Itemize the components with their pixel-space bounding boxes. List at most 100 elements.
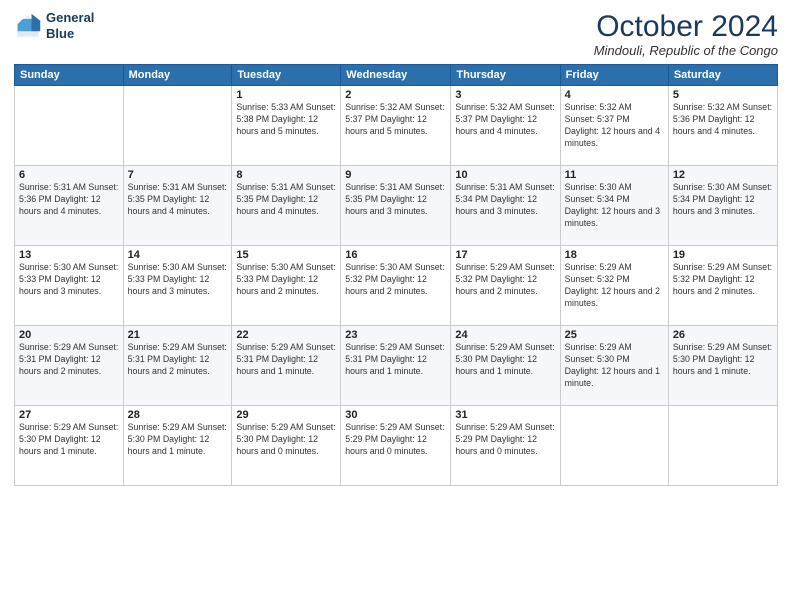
day-info: Sunrise: 5:29 AM Sunset: 5:32 PM Dayligh… — [673, 262, 773, 298]
day-info: Sunrise: 5:31 AM Sunset: 5:35 PM Dayligh… — [236, 182, 336, 218]
header-tuesday: Tuesday — [232, 65, 341, 86]
calendar-week-2: 6Sunrise: 5:31 AM Sunset: 5:36 PM Daylig… — [15, 166, 778, 246]
day-number: 5 — [673, 89, 773, 101]
day-info: Sunrise: 5:30 AM Sunset: 5:34 PM Dayligh… — [565, 182, 664, 230]
table-row: 8Sunrise: 5:31 AM Sunset: 5:35 PM Daylig… — [232, 166, 341, 246]
day-number: 30 — [345, 409, 446, 421]
day-number: 9 — [345, 169, 446, 181]
day-info: Sunrise: 5:29 AM Sunset: 5:30 PM Dayligh… — [128, 422, 228, 458]
table-row: 24Sunrise: 5:29 AM Sunset: 5:30 PM Dayli… — [451, 326, 560, 406]
day-number: 13 — [19, 249, 119, 261]
table-row: 31Sunrise: 5:29 AM Sunset: 5:29 PM Dayli… — [451, 406, 560, 486]
table-row: 14Sunrise: 5:30 AM Sunset: 5:33 PM Dayli… — [123, 246, 232, 326]
day-info: Sunrise: 5:32 AM Sunset: 5:37 PM Dayligh… — [565, 102, 664, 150]
day-info: Sunrise: 5:29 AM Sunset: 5:31 PM Dayligh… — [19, 342, 119, 378]
table-row — [668, 406, 777, 486]
day-number: 29 — [236, 409, 336, 421]
month-title: October 2024 — [594, 10, 778, 43]
table-row: 30Sunrise: 5:29 AM Sunset: 5:29 PM Dayli… — [341, 406, 451, 486]
calendar-week-3: 13Sunrise: 5:30 AM Sunset: 5:33 PM Dayli… — [15, 246, 778, 326]
day-info: Sunrise: 5:32 AM Sunset: 5:36 PM Dayligh… — [673, 102, 773, 138]
day-info: Sunrise: 5:30 AM Sunset: 5:32 PM Dayligh… — [345, 262, 446, 298]
day-number: 24 — [455, 329, 555, 341]
table-row: 12Sunrise: 5:30 AM Sunset: 5:34 PM Dayli… — [668, 166, 777, 246]
table-row: 4Sunrise: 5:32 AM Sunset: 5:37 PM Daylig… — [560, 86, 668, 166]
table-row: 21Sunrise: 5:29 AM Sunset: 5:31 PM Dayli… — [123, 326, 232, 406]
day-info: Sunrise: 5:29 AM Sunset: 5:29 PM Dayligh… — [455, 422, 555, 458]
table-row: 15Sunrise: 5:30 AM Sunset: 5:33 PM Dayli… — [232, 246, 341, 326]
day-info: Sunrise: 5:29 AM Sunset: 5:30 PM Dayligh… — [236, 422, 336, 458]
day-info: Sunrise: 5:32 AM Sunset: 5:37 PM Dayligh… — [455, 102, 555, 138]
day-info: Sunrise: 5:31 AM Sunset: 5:35 PM Dayligh… — [345, 182, 446, 218]
day-info: Sunrise: 5:29 AM Sunset: 5:30 PM Dayligh… — [673, 342, 773, 378]
table-row: 10Sunrise: 5:31 AM Sunset: 5:34 PM Dayli… — [451, 166, 560, 246]
day-number: 18 — [565, 249, 664, 261]
day-info: Sunrise: 5:29 AM Sunset: 5:30 PM Dayligh… — [565, 342, 664, 390]
logo-icon — [14, 12, 42, 40]
table-row: 11Sunrise: 5:30 AM Sunset: 5:34 PM Dayli… — [560, 166, 668, 246]
table-row: 20Sunrise: 5:29 AM Sunset: 5:31 PM Dayli… — [15, 326, 124, 406]
day-number: 16 — [345, 249, 446, 261]
day-number: 4 — [565, 89, 664, 101]
table-row: 17Sunrise: 5:29 AM Sunset: 5:32 PM Dayli… — [451, 246, 560, 326]
table-row: 6Sunrise: 5:31 AM Sunset: 5:36 PM Daylig… — [15, 166, 124, 246]
table-row: 3Sunrise: 5:32 AM Sunset: 5:37 PM Daylig… — [451, 86, 560, 166]
day-info: Sunrise: 5:29 AM Sunset: 5:30 PM Dayligh… — [455, 342, 555, 378]
day-info: Sunrise: 5:30 AM Sunset: 5:33 PM Dayligh… — [128, 262, 228, 298]
calendar-week-5: 27Sunrise: 5:29 AM Sunset: 5:30 PM Dayli… — [15, 406, 778, 486]
day-number: 23 — [345, 329, 446, 341]
day-info: Sunrise: 5:29 AM Sunset: 5:32 PM Dayligh… — [565, 262, 664, 310]
day-info: Sunrise: 5:33 AM Sunset: 5:38 PM Dayligh… — [236, 102, 336, 138]
day-number: 21 — [128, 329, 228, 341]
table-row: 2Sunrise: 5:32 AM Sunset: 5:37 PM Daylig… — [341, 86, 451, 166]
table-row: 13Sunrise: 5:30 AM Sunset: 5:33 PM Dayli… — [15, 246, 124, 326]
day-info: Sunrise: 5:31 AM Sunset: 5:36 PM Dayligh… — [19, 182, 119, 218]
table-row: 1Sunrise: 5:33 AM Sunset: 5:38 PM Daylig… — [232, 86, 341, 166]
day-number: 6 — [19, 169, 119, 181]
table-row: 5Sunrise: 5:32 AM Sunset: 5:36 PM Daylig… — [668, 86, 777, 166]
day-info: Sunrise: 5:29 AM Sunset: 5:31 PM Dayligh… — [128, 342, 228, 378]
calendar-header-row: Sunday Monday Tuesday Wednesday Thursday… — [15, 65, 778, 86]
calendar-page: General Blue October 2024 Mindouli, Repu… — [0, 0, 792, 612]
table-row: 28Sunrise: 5:29 AM Sunset: 5:30 PM Dayli… — [123, 406, 232, 486]
logo-text: General Blue — [46, 10, 94, 41]
day-info: Sunrise: 5:30 AM Sunset: 5:33 PM Dayligh… — [19, 262, 119, 298]
table-row: 19Sunrise: 5:29 AM Sunset: 5:32 PM Dayli… — [668, 246, 777, 326]
table-row: 25Sunrise: 5:29 AM Sunset: 5:30 PM Dayli… — [560, 326, 668, 406]
header-saturday: Saturday — [668, 65, 777, 86]
day-number: 28 — [128, 409, 228, 421]
day-number: 11 — [565, 169, 664, 181]
day-number: 15 — [236, 249, 336, 261]
header-friday: Friday — [560, 65, 668, 86]
day-number: 27 — [19, 409, 119, 421]
table-row: 18Sunrise: 5:29 AM Sunset: 5:32 PM Dayli… — [560, 246, 668, 326]
day-number: 1 — [236, 89, 336, 101]
day-number: 19 — [673, 249, 773, 261]
day-number: 10 — [455, 169, 555, 181]
day-number: 26 — [673, 329, 773, 341]
day-number: 7 — [128, 169, 228, 181]
calendar-table: Sunday Monday Tuesday Wednesday Thursday… — [14, 64, 778, 486]
day-info: Sunrise: 5:29 AM Sunset: 5:32 PM Dayligh… — [455, 262, 555, 298]
day-info: Sunrise: 5:29 AM Sunset: 5:30 PM Dayligh… — [19, 422, 119, 458]
table-row: 23Sunrise: 5:29 AM Sunset: 5:31 PM Dayli… — [341, 326, 451, 406]
header-thursday: Thursday — [451, 65, 560, 86]
table-row — [123, 86, 232, 166]
day-info: Sunrise: 5:31 AM Sunset: 5:34 PM Dayligh… — [455, 182, 555, 218]
location-title: Mindouli, Republic of the Congo — [594, 43, 778, 58]
day-number: 17 — [455, 249, 555, 261]
day-number: 8 — [236, 169, 336, 181]
day-number: 20 — [19, 329, 119, 341]
day-number: 25 — [565, 329, 664, 341]
calendar-week-4: 20Sunrise: 5:29 AM Sunset: 5:31 PM Dayli… — [15, 326, 778, 406]
day-number: 14 — [128, 249, 228, 261]
calendar-week-1: 1Sunrise: 5:33 AM Sunset: 5:38 PM Daylig… — [15, 86, 778, 166]
table-row — [15, 86, 124, 166]
header-wednesday: Wednesday — [341, 65, 451, 86]
day-info: Sunrise: 5:30 AM Sunset: 5:34 PM Dayligh… — [673, 182, 773, 218]
day-number: 31 — [455, 409, 555, 421]
day-info: Sunrise: 5:29 AM Sunset: 5:31 PM Dayligh… — [236, 342, 336, 378]
day-number: 12 — [673, 169, 773, 181]
table-row — [560, 406, 668, 486]
table-row: 7Sunrise: 5:31 AM Sunset: 5:35 PM Daylig… — [123, 166, 232, 246]
